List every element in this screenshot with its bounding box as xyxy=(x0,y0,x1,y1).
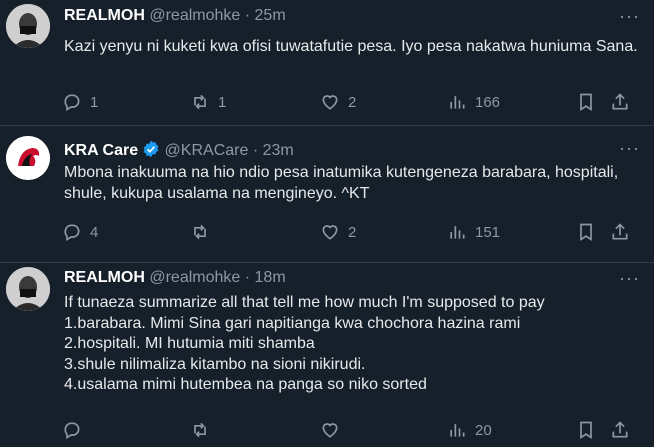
reply-count: 4 xyxy=(90,223,99,241)
retweet-button[interactable]: 1 xyxy=(190,92,226,112)
retweet-icon xyxy=(194,422,206,438)
tweet-text: Mbona inakuuma na hio ndio pesa inatumik… xyxy=(64,164,619,202)
tweet-2[interactable]: KRA Care @KRACare · 23m ··· Mbona inakuu… xyxy=(0,126,654,262)
views-count: 166 xyxy=(475,93,501,111)
like-button[interactable]: 2 xyxy=(320,222,356,242)
reply-icon xyxy=(64,422,80,439)
tweet-text: Kazi yenyu ni kuketi kwa ofisi tuwatafut… xyxy=(64,38,638,55)
views-button[interactable]: 20 xyxy=(447,420,492,440)
bookmark-button[interactable] xyxy=(576,222,596,242)
reply-icon xyxy=(64,224,80,241)
share-icon xyxy=(612,223,628,240)
timestamp[interactable]: · 18m xyxy=(245,269,286,286)
views-count: 20 xyxy=(475,421,492,439)
like-icon xyxy=(322,95,338,110)
like-icon xyxy=(322,423,338,438)
views-icon xyxy=(450,96,465,109)
bookmark-button[interactable] xyxy=(576,92,596,112)
reply-button[interactable] xyxy=(62,420,90,440)
tweet-text: If tunaeza summarize all that tell me ho… xyxy=(64,294,545,393)
reply-button[interactable]: 4 xyxy=(62,222,98,242)
reply-button[interactable]: 1 xyxy=(62,92,98,112)
views-icon xyxy=(450,424,465,437)
more-icon[interactable]: ··· xyxy=(619,138,640,159)
reply-icon xyxy=(64,94,80,111)
retweet-button[interactable] xyxy=(190,222,218,242)
handle[interactable]: @realmohke xyxy=(149,269,240,286)
retweet-count: 1 xyxy=(218,93,227,111)
bookmark-icon xyxy=(580,93,592,112)
like-icon xyxy=(322,225,338,240)
display-name[interactable]: REALMOH xyxy=(64,7,145,24)
timestamp[interactable]: · 23m xyxy=(253,142,294,159)
handle[interactable]: @KRACare xyxy=(165,142,249,159)
more-icon[interactable]: ··· xyxy=(619,6,640,27)
display-name[interactable]: REALMOH xyxy=(64,269,145,286)
views-button[interactable]: 151 xyxy=(447,222,500,242)
share-icon xyxy=(612,421,628,438)
share-button[interactable] xyxy=(610,222,630,242)
tweet-actions: 1 1 2 166 xyxy=(62,92,642,114)
share-icon xyxy=(612,93,628,110)
retweet-icon xyxy=(194,94,206,110)
retweet-icon xyxy=(194,224,206,240)
share-button[interactable] xyxy=(610,92,630,112)
share-button[interactable] xyxy=(610,420,630,440)
retweet-button[interactable] xyxy=(190,420,218,440)
avatar-realmoh[interactable] xyxy=(6,267,50,311)
reply-count: 1 xyxy=(90,93,99,111)
like-button[interactable] xyxy=(320,420,348,440)
like-count: 2 xyxy=(348,223,357,241)
bookmark-icon xyxy=(580,223,592,242)
tweet-actions: 20 xyxy=(62,420,642,442)
tweet-1[interactable]: REALMOH @realmohke · 25m ··· Kazi yenyu … xyxy=(0,0,654,125)
more-icon[interactable]: ··· xyxy=(619,268,640,289)
timestamp[interactable]: · 25m xyxy=(245,7,286,24)
handle[interactable]: @realmohke xyxy=(149,7,240,24)
like-count: 2 xyxy=(348,93,357,111)
views-button[interactable]: 166 xyxy=(447,92,500,112)
views-icon xyxy=(450,226,465,239)
bookmark-icon xyxy=(580,421,592,440)
verified-icon xyxy=(143,140,159,158)
like-button[interactable]: 2 xyxy=(320,92,356,112)
avatar-kra[interactable] xyxy=(6,136,50,180)
avatar-realmoh[interactable] xyxy=(6,4,50,48)
display-name[interactable]: KRA Care xyxy=(64,142,138,159)
views-count: 151 xyxy=(475,223,501,241)
bookmark-button[interactable] xyxy=(576,420,596,440)
tweet-3[interactable]: REALMOH @realmohke · 18m ··· If tunaeza … xyxy=(0,263,654,447)
tweet-actions: 4 2 151 xyxy=(62,222,642,244)
